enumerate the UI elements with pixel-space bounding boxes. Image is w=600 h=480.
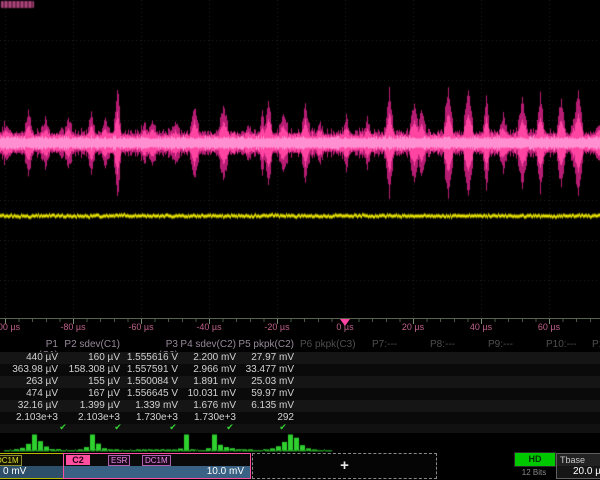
c2-esr-badge: ESR xyxy=(108,455,130,466)
measure-cell[interactable]: 1.891 mV xyxy=(178,376,236,387)
measure-cell[interactable]: 59.97 mV xyxy=(236,388,294,399)
measure-header-row: P1 mean(C1)P2 sdev(C1)P3 mean(C2)P4 sdev… xyxy=(0,339,600,352)
oscilloscope-screen: -100 µs-80 µs-60 µs-40 µs-20 µs0 µs20 µs… xyxy=(0,0,600,480)
measure-cell[interactable]: 160 µV xyxy=(62,352,120,363)
measure-cell[interactable]: 1.557591 V xyxy=(120,364,178,375)
measure-cell[interactable]: 1.676 mV xyxy=(178,400,236,411)
channel-c2-descriptor[interactable]: C2 ESR DC1M 10.0 mV xyxy=(63,453,251,479)
axis-tick-label: -60 µs xyxy=(128,322,153,332)
measure-cell[interactable]: 1.555616 V xyxy=(120,352,178,363)
measure-status-check: ✔ xyxy=(169,422,177,433)
measure-header-disabled[interactable]: P9:--- xyxy=(488,339,513,350)
measure-cell[interactable]: 2.966 mV xyxy=(178,364,236,375)
c2-channel-label: C2 xyxy=(66,455,90,465)
axis-tick-label: 20 µs xyxy=(402,322,424,332)
c1-scale-value: 0 mV xyxy=(0,466,63,478)
axis-tick-label: -40 µs xyxy=(196,322,221,332)
axis-tick-label: -100 µs xyxy=(0,322,20,332)
measure-status-check: ✔ xyxy=(59,422,67,433)
measure-status-row: ✔ ✔ ✔ ✔ ✔ xyxy=(0,424,600,433)
measure-cell[interactable]: 25.03 mV xyxy=(236,376,294,387)
c1-coupling-badge: DC1M xyxy=(0,455,22,466)
measure-cell[interactable]: 1.550084 V xyxy=(120,376,178,387)
measure-cell[interactable]: 167 µV xyxy=(62,388,120,399)
timebase-value: 20.0 µ xyxy=(557,466,600,478)
measure-row: 474 µV 167 µV1.556645 V10.031 mV59.97 mV xyxy=(0,388,600,400)
channel-c1-descriptor[interactable]: DC1M 0 mV xyxy=(0,453,64,479)
measure-cell[interactable]: 1.399 µV xyxy=(62,400,120,411)
measure-cell[interactable]: 158.308 µV xyxy=(62,364,120,375)
measurement-table: P1 mean(C1)P2 sdev(C1)P3 mean(C2)P4 sdev… xyxy=(0,339,600,424)
axis-tick-label: 60 µs xyxy=(538,322,560,332)
top-left-annotation xyxy=(1,1,34,8)
measure-cell[interactable]: 263 µV xyxy=(0,376,58,387)
measure-header-disabled[interactable]: P7:--- xyxy=(372,339,397,350)
measure-cell[interactable]: 33.477 mV xyxy=(236,364,294,375)
axis-tick-label: -20 µs xyxy=(264,322,289,332)
c2-coupling-badge: DC1M xyxy=(142,455,171,466)
histicon-strip[interactable] xyxy=(0,433,600,452)
measure-cell[interactable]: 2.103e+3 xyxy=(62,412,120,423)
measure-cell[interactable]: 1.556645 V xyxy=(120,388,178,399)
measure-row: 440 µV 160 µV1.555616 V2.200 mV27.97 mV xyxy=(0,352,600,364)
measure-header[interactable]: P4 sdev(C2) xyxy=(178,339,236,350)
measure-row: 363.98 µV 158.308 µV1.557591 V2.966 mV33.… xyxy=(0,364,600,376)
measure-cell[interactable]: 440 µV xyxy=(0,352,58,363)
waveform-grid-canvas[interactable] xyxy=(0,0,600,318)
c2-scale-value: 10.0 mV xyxy=(64,466,250,478)
add-trace-button[interactable]: + xyxy=(252,453,437,479)
measure-status-check: ✔ xyxy=(114,422,122,433)
time-axis: -100 µs-80 µs-60 µs-40 µs-20 µs0 µs20 µs… xyxy=(0,318,600,333)
measure-cell[interactable]: 155 µV xyxy=(62,376,120,387)
descriptor-bar: DC1M 0 mV C2 ESR DC1M 10.0 mV + HD 12 Bi… xyxy=(0,452,600,480)
measure-cell[interactable]: 1.339 mV xyxy=(120,400,178,411)
measure-cell[interactable]: 32.16 µV xyxy=(0,400,58,411)
measure-header-disabled[interactable]: P8:--- xyxy=(430,339,455,350)
measure-row: 263 µV 155 µV1.550084 V1.891 mV25.03 mV xyxy=(0,376,600,388)
measure-body: 440 µV160 µV1.555616 V2.200 mV27.97 mV36… xyxy=(0,352,600,424)
measure-cell[interactable]: 474 µV xyxy=(0,388,58,399)
measure-cell[interactable]: 6.135 mV xyxy=(236,400,294,411)
timebase-label: Tbase xyxy=(557,454,600,466)
measure-cell[interactable]: 2.200 mV xyxy=(178,352,236,363)
measure-header-disabled[interactable]: P1 xyxy=(592,339,600,350)
measure-status-check: ✔ xyxy=(279,422,287,433)
axis-tick-label: -80 µs xyxy=(60,322,85,332)
measure-cell[interactable]: 27.97 mV xyxy=(236,352,294,363)
measure-cell[interactable]: 363.98 µV xyxy=(0,364,58,375)
timebase-descriptor[interactable]: Tbase 20.0 µ xyxy=(556,453,600,479)
trigger-marker[interactable] xyxy=(340,319,350,326)
measure-cell[interactable]: 2.103e+3 xyxy=(0,412,58,423)
measure-row: 2.103e+32.103e+31.730e+31.730e+3292 xyxy=(0,412,600,424)
measure-row: 32.16 µV 1.399 µV1.339 mV1.676 mV6.135 mV xyxy=(0,400,600,412)
measure-status-check: ✔ xyxy=(226,422,234,433)
axis-tick-label: 40 µs xyxy=(470,322,492,332)
hd-mode-badge[interactable]: HD xyxy=(514,452,556,467)
hd-bits-label: 12 Bits xyxy=(514,468,554,477)
measure-header-disabled[interactable]: P6 pkpk(C3) xyxy=(300,339,356,350)
measure-header-disabled[interactable]: P10:--- xyxy=(546,339,577,350)
measure-header[interactable]: P2 sdev(C1) xyxy=(62,339,120,350)
axis-labels: -100 µs-80 µs-60 µs-40 µs-20 µs0 µs20 µs… xyxy=(0,319,600,333)
measure-cell[interactable]: 10.031 mV xyxy=(178,388,236,399)
measure-header[interactable]: P5 pkpk(C2) xyxy=(236,339,294,350)
